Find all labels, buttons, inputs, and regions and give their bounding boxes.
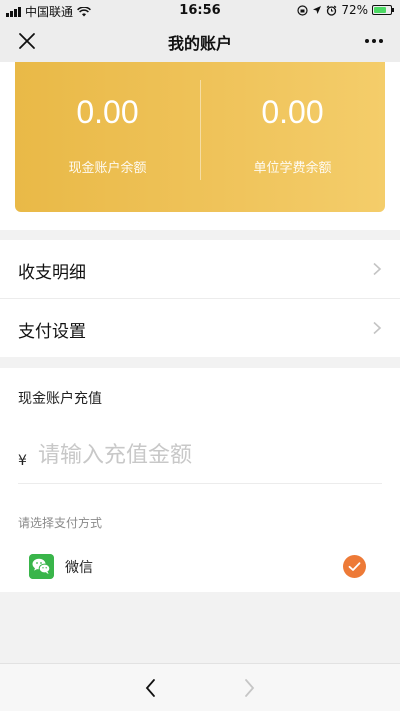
checkmark-icon[interactable] bbox=[343, 555, 366, 578]
pay-option-wechat[interactable]: 微信 bbox=[0, 546, 400, 586]
forward-arrow-icon[interactable] bbox=[241, 678, 257, 698]
status-bar: 中国联通 16:56 72% bbox=[0, 0, 400, 20]
menu-item-label: 支付设置 bbox=[18, 322, 86, 342]
cash-balance-value: 0.00 bbox=[76, 94, 139, 130]
menu-list: 收支明细 支付设置 bbox=[0, 240, 400, 357]
menu-item-label: 收支明细 bbox=[18, 263, 86, 283]
location-arrow-icon bbox=[313, 6, 322, 14]
pay-method-title: 请选择支付方式 bbox=[18, 516, 103, 530]
chevron-right-icon bbox=[373, 321, 382, 335]
wechat-icon bbox=[29, 554, 54, 579]
cash-balance: 0.00 现金账户余额 bbox=[15, 62, 200, 212]
battery-fill bbox=[374, 7, 386, 13]
unit-balance-label: 单位学费余额 bbox=[253, 161, 332, 176]
battery-percent: 72% bbox=[341, 3, 368, 17]
recharge-amount-input[interactable] bbox=[36, 432, 378, 478]
chevron-right-icon bbox=[373, 262, 382, 276]
alarm-icon bbox=[326, 5, 337, 16]
bottom-toolbar bbox=[0, 663, 400, 711]
location-lock-icon bbox=[297, 4, 308, 16]
page-title: 我的账户 bbox=[167, 34, 232, 53]
more-icon[interactable] bbox=[362, 32, 386, 50]
recharge-section: 现金账户充值 ¥ 请选择支付方式 微信 bbox=[0, 368, 400, 592]
balance-card: 0.00 现金账户余额 0.00 单位学费余额 bbox=[15, 62, 385, 212]
cash-balance-label: 现金账户余额 bbox=[68, 161, 147, 176]
balance-section: 0.00 现金账户余额 0.00 单位学费余额 bbox=[0, 62, 400, 230]
menu-item-payment-settings[interactable]: 支付设置 bbox=[0, 299, 400, 357]
nav-bar: 我的账户 bbox=[0, 20, 400, 62]
battery-icon bbox=[372, 5, 394, 15]
unit-balance: 0.00 单位学费余额 bbox=[200, 62, 385, 212]
back-arrow-icon[interactable] bbox=[143, 678, 159, 698]
unit-balance-value: 0.00 bbox=[261, 94, 324, 130]
input-underline bbox=[18, 483, 382, 484]
recharge-title: 现金账户充值 bbox=[18, 391, 102, 407]
status-right: 72% bbox=[297, 3, 394, 17]
pay-option-label: 微信 bbox=[65, 560, 93, 576]
currency-symbol: ¥ bbox=[18, 453, 27, 469]
menu-item-transactions[interactable]: 收支明细 bbox=[0, 240, 400, 299]
